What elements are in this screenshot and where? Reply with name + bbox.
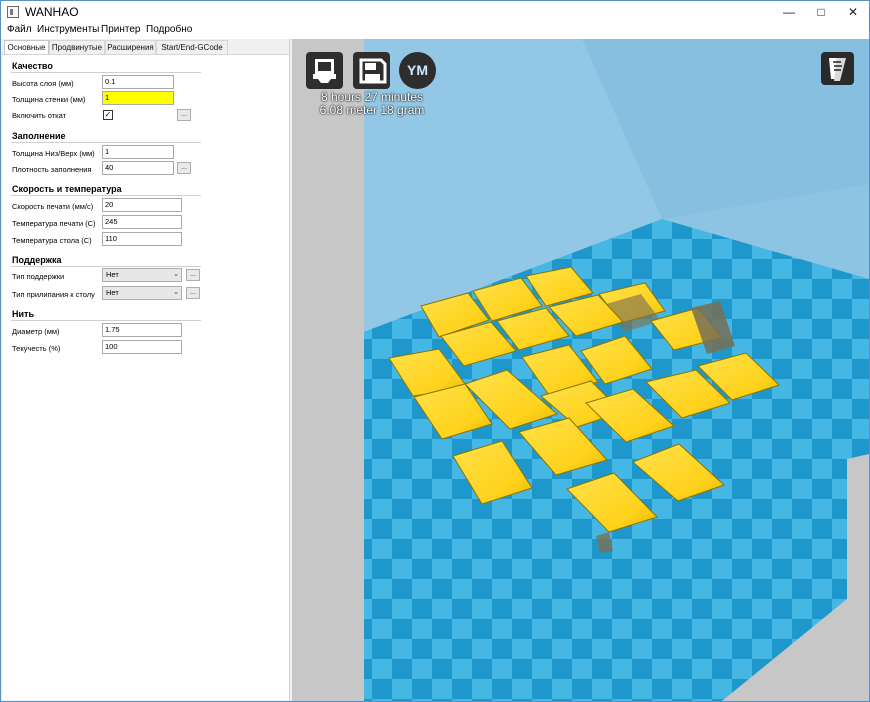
wall-thickness-label: Толщина стенки (мм) bbox=[12, 95, 86, 104]
menu-bar: Файл Инструменты Принтер Подробно bbox=[1, 23, 869, 39]
print-temp-label: Температура печати (C) bbox=[12, 219, 96, 228]
section-divider bbox=[11, 195, 201, 196]
adhesion-settings-button[interactable]: ... bbox=[186, 287, 200, 299]
save-button[interactable] bbox=[353, 52, 390, 89]
print-material-text: 6.08 meter 18 gram bbox=[319, 103, 425, 117]
flow-input[interactable]: 100 bbox=[102, 340, 182, 354]
retraction-checkbox[interactable]: ✓ bbox=[103, 110, 113, 120]
diameter-input[interactable]: 1.75 bbox=[102, 323, 182, 337]
print-speed-label: Скорость печати (мм/с) bbox=[12, 202, 94, 211]
adhesion-select[interactable]: Нет ⌄ bbox=[102, 286, 182, 300]
fill-density-label: Плотность заполнения bbox=[12, 165, 92, 174]
fill-density-input[interactable]: 40 bbox=[102, 161, 174, 175]
wall-thickness-input[interactable]: 1 bbox=[102, 91, 174, 105]
menu-details[interactable]: Подробно bbox=[146, 24, 192, 35]
tab-basic[interactable]: Основные bbox=[4, 40, 49, 55]
title-bar[interactable]: WANHAO — □ ✕ bbox=[1, 1, 869, 23]
speed-section-title: Скорость и температура bbox=[12, 184, 122, 194]
section-divider bbox=[11, 266, 201, 267]
support-type-select[interactable]: Нет ⌄ bbox=[102, 268, 182, 282]
layer-height-label: Высота слоя (мм) bbox=[12, 79, 74, 88]
minimize-button[interactable]: — bbox=[774, 1, 804, 23]
window-title: WANHAO bbox=[25, 5, 79, 19]
settings-tabs: Основные Продвинутые Расширения Start/En… bbox=[4, 40, 286, 55]
retraction-settings-button[interactable]: ... bbox=[177, 109, 191, 121]
view-mode-icon bbox=[829, 58, 846, 81]
retraction-label: Включить откат bbox=[12, 111, 67, 120]
filament-section-title: Нить bbox=[12, 309, 34, 319]
menu-printer[interactable]: Принтер bbox=[101, 24, 140, 35]
settings-panel: Основные Продвинутые Расширения Start/En… bbox=[1, 39, 290, 701]
maximize-button[interactable]: □ bbox=[806, 1, 836, 23]
tab-plugins[interactable]: Расширения bbox=[105, 40, 156, 54]
layer-height-input[interactable]: 0.1 bbox=[102, 75, 174, 89]
section-divider bbox=[11, 72, 201, 73]
diameter-label: Диаметр (мм) bbox=[12, 327, 60, 336]
section-divider bbox=[11, 320, 201, 321]
left-side-panel bbox=[292, 39, 364, 701]
load-model-button[interactable] bbox=[306, 52, 343, 89]
bed-temp-input[interactable]: 110 bbox=[102, 232, 182, 246]
section-divider bbox=[11, 142, 201, 143]
support-settings-button[interactable]: ... bbox=[186, 269, 200, 281]
chevron-down-icon: ⌄ bbox=[173, 289, 179, 296]
print-temp-input[interactable]: 245 bbox=[102, 215, 182, 229]
print-speed-input[interactable]: 20 bbox=[102, 198, 182, 212]
load-icon bbox=[313, 59, 336, 83]
bed-temp-label: Температура стола (C) bbox=[12, 236, 92, 245]
menu-tools[interactable]: Инструменты bbox=[37, 24, 99, 35]
fill-settings-button[interactable]: ... bbox=[177, 162, 191, 174]
support-section-title: Поддержка bbox=[12, 255, 62, 265]
tab-start-end-gcode[interactable]: Start/End-GCode bbox=[156, 40, 228, 54]
menu-file[interactable]: Файл bbox=[7, 24, 32, 35]
bottom-top-thickness-input[interactable]: 1 bbox=[102, 145, 174, 159]
close-button[interactable]: ✕ bbox=[838, 1, 868, 23]
app-icon bbox=[7, 6, 19, 18]
support-type-label: Тип поддержки bbox=[12, 272, 65, 281]
3d-build-plate[interactable] bbox=[292, 39, 869, 701]
adhesion-label: Тип прилипания к столу bbox=[12, 290, 95, 299]
tab-advanced[interactable]: Продвинутые bbox=[49, 40, 105, 54]
print-time-text: 8 hours 27 minutes bbox=[320, 90, 424, 104]
fill-section-title: Заполнение bbox=[12, 131, 66, 141]
quality-section-title: Качество bbox=[12, 61, 53, 71]
bottom-top-thickness-label: Толщина Низ/Верх (мм) bbox=[12, 149, 95, 158]
application-window: WANHAO — □ ✕ Файл Инструменты Принтер По… bbox=[0, 0, 870, 702]
support-type-value: Нет bbox=[106, 270, 119, 279]
3d-viewport[interactable]: YM 8 hours 27 minutes 6.08 meter 18 gram bbox=[292, 39, 869, 701]
basic-settings-content: Качество Высота слоя (мм) 0.1 Толщина ст… bbox=[2, 54, 289, 700]
chevron-down-icon: ⌄ bbox=[173, 271, 179, 278]
ym-button[interactable]: YM bbox=[399, 52, 436, 89]
flow-label: Текучесть (%) bbox=[12, 344, 61, 353]
adhesion-value: Нет bbox=[106, 288, 119, 297]
save-icon bbox=[359, 58, 387, 84]
view-mode-button[interactable] bbox=[821, 52, 854, 85]
right-side-panel bbox=[847, 454, 869, 701]
